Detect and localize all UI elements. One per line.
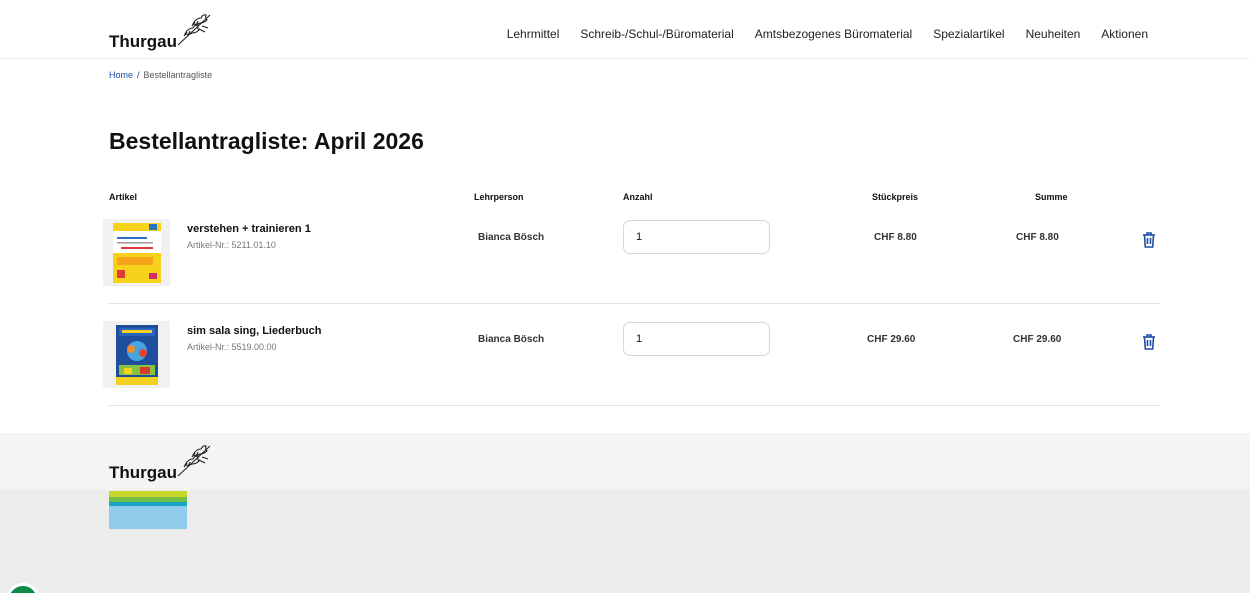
item-sum: CHF 29.60 bbox=[1013, 334, 1062, 345]
item-teacher: Bianca Bösch bbox=[478, 232, 545, 243]
lions-crest-icon bbox=[177, 445, 211, 477]
item-name[interactable]: verstehen + trainieren 1 bbox=[187, 223, 311, 235]
trash-icon[interactable] bbox=[1142, 232, 1156, 248]
breadcrumb-home[interactable]: Home bbox=[109, 70, 133, 80]
book-cover-verstehen-trainieren-icon bbox=[112, 222, 161, 283]
item-sum: CHF 8.80 bbox=[1016, 232, 1059, 243]
col-header-stueckpreis: Stückpreis bbox=[872, 192, 919, 202]
col-header-summe: Summe bbox=[1035, 192, 1068, 202]
footer-logo-text: Thurgau bbox=[109, 463, 177, 482]
nav-item-aktionen[interactable]: Aktionen bbox=[1101, 27, 1148, 41]
book-cover-sim-sala-sing-icon bbox=[115, 324, 158, 385]
row-divider bbox=[108, 303, 1160, 304]
item-name[interactable]: sim sala sing, Liederbuch bbox=[187, 325, 322, 337]
main-nav: Lehrmittel Schreib-/Schul-/Büromaterial … bbox=[486, 27, 1148, 41]
table-row: verstehen + trainieren 1 Artikel-Nr.: 52… bbox=[103, 218, 1160, 320]
footer-logo[interactable]: Thurgau bbox=[109, 443, 213, 483]
col-header-lehrperson: Lehrperson bbox=[474, 192, 524, 202]
site-header: Thurgau Lehrmittel Schreib-/Schul-/Bürom… bbox=[0, 0, 1250, 59]
footer-color-stripes bbox=[109, 491, 187, 529]
col-header-artikel: Artikel bbox=[109, 192, 138, 202]
nav-item-spezialartikel[interactable]: Spezialartikel bbox=[933, 27, 1004, 41]
product-thumbnail[interactable] bbox=[103, 321, 170, 388]
breadcrumb-separator: / bbox=[137, 70, 140, 80]
item-number: Artikel-Nr.: 5211.01.10 bbox=[187, 240, 276, 250]
nav-item-neuheiten[interactable]: Neuheiten bbox=[1026, 27, 1081, 41]
logo-text: Thurgau bbox=[109, 32, 177, 51]
breadcrumb-current: Bestellantragliste bbox=[143, 70, 213, 80]
table-row: sim sala sing, Liederbuch Artikel-Nr.: 5… bbox=[103, 320, 1160, 422]
stripe-light-blue bbox=[109, 506, 187, 529]
nav-item-amtsbezogen[interactable]: Amtsbezogenes Büromaterial bbox=[755, 27, 912, 41]
row-divider bbox=[108, 405, 1160, 406]
trash-icon[interactable] bbox=[1142, 334, 1156, 350]
item-unit-price: CHF 8.80 bbox=[874, 232, 917, 243]
footer-bottom bbox=[0, 490, 1250, 593]
nav-item-schulmaterial[interactable]: Schreib-/Schul-/Büromaterial bbox=[580, 27, 733, 41]
item-number: Artikel-Nr.: 5519.00.00 bbox=[187, 342, 277, 352]
thurgau-logo[interactable]: Thurgau bbox=[109, 12, 213, 52]
page-title: Bestellantragliste: April 2026 bbox=[109, 128, 424, 154]
quantity-input[interactable] bbox=[623, 220, 770, 254]
product-thumbnail[interactable] bbox=[103, 219, 170, 286]
nav-item-lehrmittel[interactable]: Lehrmittel bbox=[507, 27, 560, 41]
lions-crest-icon bbox=[177, 14, 211, 46]
item-unit-price: CHF 29.60 bbox=[867, 334, 916, 345]
breadcrumb: Home / Bestellantragliste bbox=[109, 70, 212, 80]
col-header-anzahl: Anzahl bbox=[623, 192, 653, 202]
quantity-input[interactable] bbox=[623, 322, 770, 356]
item-teacher: Bianca Bösch bbox=[478, 334, 545, 345]
